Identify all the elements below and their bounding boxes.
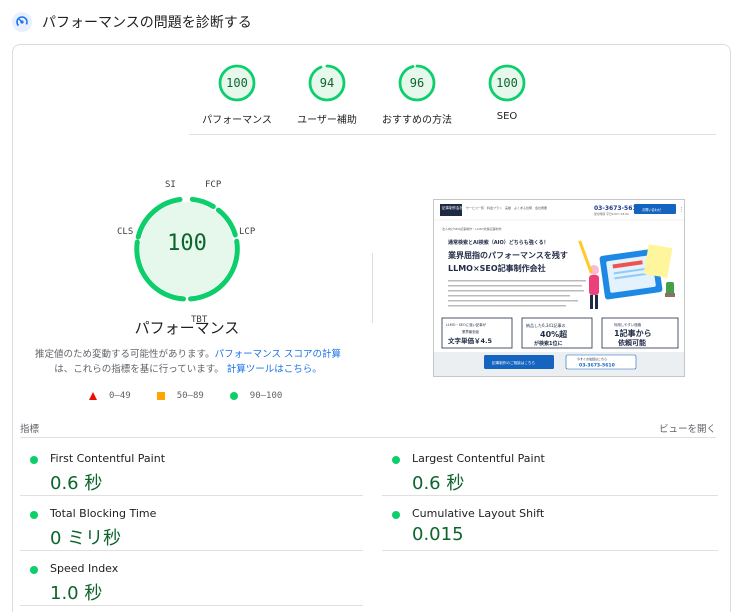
site-headline-2: LLMO×SEO記事制作会社: [448, 263, 546, 273]
divider: [20, 550, 363, 551]
category-gauges: 100 パフォーマンス 94 ユーザー補助 96 おすすめの方法 100 SEO: [13, 63, 730, 133]
metric-fcp: First Contentful Paint 0.6 秒: [20, 448, 350, 502]
divider: [382, 550, 718, 551]
score-calc-link[interactable]: パフォーマンス スコアの計算: [215, 349, 341, 360]
pass-circle-icon: [30, 511, 38, 519]
metric-value: 0 ミリ秒: [50, 528, 122, 549]
pass-circle-icon: [30, 456, 38, 464]
gauge-label-fcp: FCP: [205, 180, 222, 190]
stat-box-1-sub: 業界最安級: [462, 329, 480, 334]
gauge-best-practices[interactable]: 96 おすすめの方法: [367, 63, 467, 126]
gauge-label-cls: CLS: [117, 227, 134, 237]
performance-title: パフォーマンス: [134, 319, 240, 337]
orange-square-icon: [156, 392, 165, 400]
metric-value: 0.6 秒: [412, 473, 465, 494]
pass-circle-icon: [30, 566, 38, 574]
stat-box-3-value-1: 1記事から: [614, 328, 652, 338]
gauge-score: 96: [409, 76, 425, 90]
legend-fail: 0–49: [89, 391, 131, 401]
stat-box-1-value: 文字単価￥4.5: [447, 336, 492, 345]
metric-name: Largest Contentful Paint: [412, 452, 545, 465]
speed-gauge-icon: [12, 12, 32, 32]
performance-score: 100: [167, 231, 207, 256]
gauge-label: おすすめの方法: [382, 115, 452, 126]
gauge-label: パフォーマンス: [202, 115, 272, 126]
site-hours: 受付時間 平日9:00〜18:00: [594, 212, 629, 216]
red-triangle-icon: [89, 392, 97, 400]
site-cta-phone-number: 03-3673-5610: [579, 363, 615, 369]
site-subhead: 通常検索とAI検索（AIO）どちらも強くる！: [448, 239, 549, 246]
green-circle-icon: [229, 392, 238, 400]
note-text: は、これらの指標を基に行っています。: [54, 364, 224, 375]
metrics-heading: 指標: [20, 424, 40, 435]
gauge-label: SEO: [496, 111, 518, 122]
stat-boxes: LLMO・SEOに強い記事が 業界最安級 文字単価￥4.5 納品した6,341記…: [441, 317, 679, 349]
vertical-divider: [372, 253, 373, 323]
kebab-menu-icon: ⋮: [679, 207, 684, 213]
gauge-score: 94: [319, 76, 335, 90]
performance-gauge: 100 SI FCP LCP TBT CLS: [117, 180, 256, 333]
pass-circle-icon: [392, 511, 400, 519]
gauge-ring: 96: [397, 63, 437, 103]
performance-note: 推定値のため変動する可能性があります。パフォーマンス スコアの計算 は、これらの…: [33, 347, 343, 377]
metric-value: 0.6 秒: [50, 473, 103, 494]
stat-box-1-title: LLMO・SEOに強い記事が: [446, 322, 487, 327]
gauge-ring: 94: [307, 63, 347, 103]
expand-view-toggle[interactable]: ビューを開く: [659, 421, 716, 435]
divider: [20, 605, 363, 606]
site-headline-1: 業界屈指のパフォーマンスを残す: [447, 250, 568, 260]
stat-box-3-value-2: 依頼可能: [618, 338, 646, 347]
metric-value: 0.015: [412, 524, 464, 545]
gauge-label-lcp: LCP: [239, 227, 256, 237]
legend-average: 50–89: [156, 391, 204, 401]
divider: [20, 437, 716, 438]
divider: [20, 495, 363, 496]
note-text: 推定値のため変動する可能性があります。: [35, 349, 215, 360]
legend-label: 90–100: [249, 391, 283, 401]
site-cta-text: お問い合わせ: [642, 207, 661, 212]
gauge-accessibility[interactable]: 94 ユーザー補助: [277, 63, 377, 126]
site-breadcrumb: 法人向けSEO記事制作・LLMO対策記事制作: [442, 226, 501, 231]
site-phone: 03-3673-5610: [594, 205, 641, 212]
metric-value: 1.0 秒: [50, 583, 103, 604]
gauge-score: 100: [496, 76, 518, 90]
legend-label: 0–49: [109, 391, 131, 401]
stat-box-2-value: 40%超: [540, 329, 568, 339]
report-card: 100 パフォーマンス 94 ユーザー補助 96 おすすめの方法 100 SEO…: [12, 44, 731, 612]
metric-lcp: Largest Contentful Paint 0.6 秒: [382, 448, 712, 502]
section-header: パフォーマンスの問題を診断する: [12, 10, 252, 34]
divider: [189, 134, 716, 135]
stat-box-3-title: 利用しやすい価格: [614, 322, 642, 327]
legend-pass: 90–100: [229, 391, 283, 401]
page-screenshot[interactable]: 記事制作会社 サービス一覧 料金プラン 実績 よくある質問 会社概要 03-36…: [433, 199, 685, 377]
metric-name: First Contentful Paint: [50, 452, 166, 465]
metric-name: Speed Index: [50, 562, 119, 575]
calculator-link[interactable]: 計算ツールはこちら。: [227, 364, 322, 375]
legend-label: 50–89: [176, 391, 204, 401]
site-logo-text: 記事制作会社: [442, 205, 463, 210]
gauge-ring: 100: [487, 63, 527, 103]
gauge-label-si: SI: [165, 180, 176, 190]
metric-name: Total Blocking Time: [50, 507, 157, 520]
metric-cls: Cumulative Layout Shift 0.015: [382, 503, 712, 557]
stat-box-2-title: 納品した6,341記事の: [526, 322, 565, 328]
metric-si: Speed Index 1.0 秒: [20, 558, 350, 612]
gauge-score: 100: [226, 76, 248, 90]
gauge-seo[interactable]: 100 SEO: [457, 63, 557, 122]
metric-name: Cumulative Layout Shift: [412, 507, 545, 520]
score-legend: 0–49 50–89 90–100: [89, 391, 308, 401]
gauge-ring: 100: [217, 63, 257, 103]
site-nav: サービス一覧 料金プラン 実績 よくある質問 会社概要: [466, 205, 547, 210]
gauge-performance[interactable]: 100 パフォーマンス: [187, 63, 287, 126]
pass-circle-icon: [392, 456, 400, 464]
divider: [382, 495, 718, 496]
stat-box-2-sub: が検索1位に: [534, 340, 562, 347]
metric-tbt: Total Blocking Time 0 ミリ秒: [20, 503, 350, 557]
site-cta-phone-title: 今すぐお電話はこちら: [577, 356, 607, 361]
gauge-label: ユーザー補助: [297, 115, 357, 126]
site-cta-consult-text: 記事制作のご相談はこちら: [492, 360, 536, 365]
section-title: パフォーマンスの問題を診断する: [42, 15, 252, 31]
